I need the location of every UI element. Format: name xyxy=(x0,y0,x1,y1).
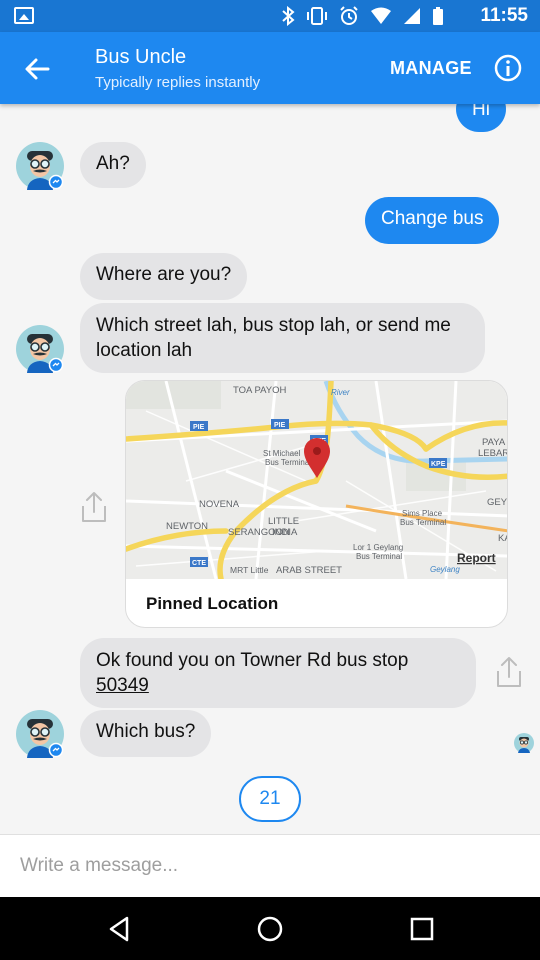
map-label: INDIA xyxy=(272,527,298,538)
incoming-message[interactable]: Which street lah, bus stop lah, or send … xyxy=(80,303,485,373)
back-arrow-icon[interactable] xyxy=(22,54,52,84)
bot-avatar[interactable] xyxy=(16,710,64,758)
status-time: 11:55 xyxy=(480,5,528,26)
map-label: KPE xyxy=(431,461,446,468)
map-label: St Michael xyxy=(263,449,301,458)
home-nav-icon[interactable] xyxy=(255,914,285,944)
contact-name[interactable]: Bus Uncle xyxy=(95,46,186,69)
alarm-icon xyxy=(340,6,358,25)
outgoing-message[interactable]: Hi xyxy=(456,104,506,132)
info-icon[interactable] xyxy=(493,53,523,83)
map-label: TOA PAYOH xyxy=(233,385,286,396)
location-map[interactable]: TOA PAYOH River NOVENA SERANGOON NEWTON … xyxy=(126,381,508,579)
location-caption: Pinned Location xyxy=(146,594,279,613)
location-card[interactable]: TOA PAYOH River NOVENA SERANGOON NEWTON … xyxy=(125,380,508,628)
status-bar: 11:55 xyxy=(0,0,540,32)
incoming-message[interactable]: Where are you? xyxy=(80,253,248,300)
bot-avatar[interactable] xyxy=(16,142,64,190)
share-icon[interactable] xyxy=(79,490,109,524)
conversation-header: Bus Uncle Typically replies instantly MA… xyxy=(0,32,540,104)
wifi-icon xyxy=(371,7,391,24)
message-text: Ah? xyxy=(96,153,130,174)
map-label: LITTLE xyxy=(268,516,299,527)
bus-stop-link[interactable]: 50349 xyxy=(96,673,460,698)
bluetooth-icon xyxy=(282,6,295,26)
map-label: PIE xyxy=(193,424,205,431)
map-label: PAYA xyxy=(482,437,506,448)
system-nav-bar xyxy=(0,897,540,960)
message-text: Change bus xyxy=(381,208,484,229)
map-label: PIE xyxy=(274,422,286,429)
message-composer xyxy=(0,834,540,897)
signal-icon xyxy=(404,8,420,24)
share-icon[interactable] xyxy=(494,655,524,689)
message-text: Hi xyxy=(472,104,490,120)
bot-avatar[interactable] xyxy=(16,325,64,373)
map-label: NEWTON xyxy=(166,521,208,532)
incoming-message[interactable]: Ok found you on Towner Rd bus stop 50349 xyxy=(80,638,476,708)
map-label: NOVENA xyxy=(199,499,240,510)
quick-reply-button[interactable]: 21 xyxy=(239,776,301,822)
message-text: Which street lah, bus stop lah, or send … xyxy=(96,315,451,361)
map-label: ARAB STREET xyxy=(276,565,342,576)
vibrate-icon xyxy=(307,7,327,25)
incoming-message[interactable]: Ah? xyxy=(80,142,146,188)
incoming-message[interactable]: Which bus? xyxy=(80,710,212,757)
image-icon xyxy=(14,7,34,24)
message-input[interactable] xyxy=(20,851,500,881)
map-label: Geylang xyxy=(430,565,460,574)
map-label: Bus Terminal xyxy=(265,458,311,467)
message-list[interactable]: Hi Ah? Change bus Where are you? Which s… xyxy=(0,104,540,834)
map-label: River xyxy=(331,388,350,397)
report-link[interactable]: Report xyxy=(457,551,496,565)
back-nav-icon[interactable] xyxy=(105,914,135,944)
message-text: Ok found you on Towner Rd bus stop xyxy=(96,650,409,671)
contact-status: Typically replies instantly xyxy=(95,74,261,91)
map-label: Sims Place xyxy=(402,509,443,518)
recents-nav-icon[interactable] xyxy=(407,914,437,944)
status-icons xyxy=(281,6,444,26)
read-receipt-avatar xyxy=(514,733,534,753)
map-label: LEBAR xyxy=(478,448,508,459)
map-label: MRT Little xyxy=(230,565,269,575)
message-text: Which bus? xyxy=(96,721,196,742)
map-label: GEY xyxy=(487,497,508,508)
battery-icon xyxy=(433,7,443,25)
map-label: Bus Terminal xyxy=(400,518,446,527)
map-label: CTE xyxy=(192,560,206,567)
outgoing-message[interactable]: Change bus xyxy=(365,197,500,244)
map-label: KA xyxy=(498,533,508,544)
map-label: Bus Terminal xyxy=(356,552,402,561)
map-label: Lor 1 Geylang xyxy=(353,543,403,552)
manage-button[interactable]: MANAGE xyxy=(390,58,472,79)
message-text: Where are you? xyxy=(96,264,232,285)
